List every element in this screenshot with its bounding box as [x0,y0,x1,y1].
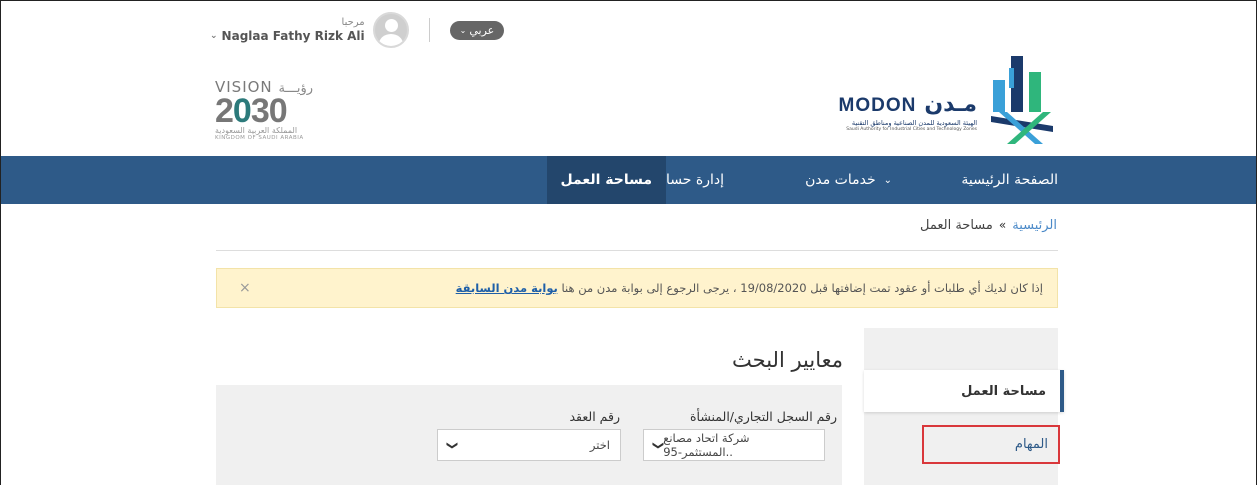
modon-ar: مـدن [924,92,977,117]
breadcrumb-home[interactable]: الرئيسية [1012,218,1057,233]
user-menu[interactable]: مرحبا ⌄ Naglaa Fathy Rizk Ali [210,17,365,43]
sidebar-item-tasks[interactable]: المهام [922,425,1060,464]
vision-num-a: 2 [215,92,234,130]
contract-select[interactable]: ❯ اختر [437,429,621,461]
chevron-down-icon: ❯ [652,440,666,450]
avatar[interactable] [372,12,409,48]
chevron-down-icon: ⌄ [883,174,892,186]
cr-label: رقم السجل التجاري/المنشأة [690,409,837,424]
user-name-text: Naglaa Fathy Rizk Ali [221,29,365,43]
old-portal-link[interactable]: بوابة مدن السابقة [456,281,558,295]
cr-select[interactable]: ❯ شركة اتحاد مصانع المستثمر-95.. [643,429,825,461]
modon-mark-icon [991,56,1053,144]
contract-select-value: اختر [589,438,610,452]
main-nav: الصفحة الرئيسية خدمات مدن ⌄ إدارة حسابات… [1,156,1256,204]
vision-2030-logo: VISION رؤيـــة 2030 المملكة العربية السع… [215,78,325,141]
alert-message: إذا كان لديك أي طلبات أو عقود تمت إضافته… [561,281,1043,295]
modon-sub-ar: الهيئة السعودية للمدن الصناعية ومناطق ال… [851,119,977,127]
modon-logo[interactable]: MODON مـدن الهيئة السعودية للمدن الصناعي… [839,50,1057,146]
chevron-down-icon: ❯ [446,440,460,450]
vision-sub-en: KINGDOM OF SAUDI ARABIA [215,135,304,141]
vision-sub-ar: المملكة العربية السعودية [215,126,298,135]
chevron-down-icon: ⌄ [459,25,467,35]
modon-en: MODON [838,95,917,116]
cr-select-value: شركة اتحاد مصانع المستثمر-95.. [663,431,750,459]
vision-num-b: 0 [232,92,252,130]
nav-home[interactable]: الصفحة الرئيسية [961,156,1058,204]
nav-services[interactable]: خدمات مدن ⌄ [805,156,892,204]
contract-label: رقم العقد [569,409,620,424]
divider [428,18,430,42]
breadcrumb: الرئيسية » مساحة العمل [920,218,1057,233]
nav-workspace[interactable]: مساحة العمل [546,156,666,204]
modon-sub-en: Saudi Authority for Industrial Cities an… [846,127,977,132]
divider [216,250,1058,251]
breadcrumb-separator: » [998,218,1007,232]
user-bar: مرحبا ⌄ Naglaa Fathy Rizk Ali ⌄ عربي [210,10,505,50]
sidebar-item-workspace[interactable]: مساحة العمل [864,370,1064,412]
search-title: معايير البحث [732,348,843,372]
language-button[interactable]: ⌄ عربي [449,20,505,40]
greeting-text: مرحبا [341,17,365,28]
user-name[interactable]: ⌄ Naglaa Fathy Rizk Ali [210,29,365,43]
language-label: عربي [469,23,495,37]
chevron-down-icon: ⌄ [210,31,218,41]
alert-text: إذا كان لديك أي طلبات أو عقود تمت إضافته… [456,281,1043,295]
close-icon[interactable]: × [239,280,251,296]
breadcrumb-current: مساحة العمل [920,218,993,233]
nav-services-label: خدمات مدن [805,172,876,188]
info-alert: × إذا كان لديك أي طلبات أو عقود تمت إضاف… [216,268,1058,308]
vision-num-c: 30 [250,92,288,130]
